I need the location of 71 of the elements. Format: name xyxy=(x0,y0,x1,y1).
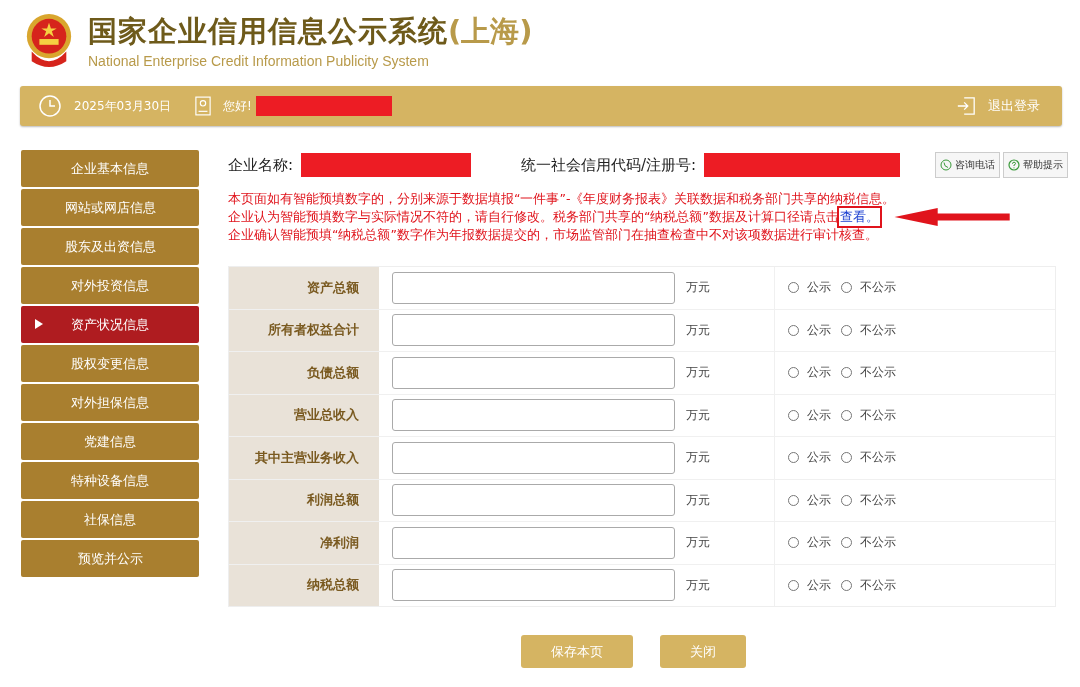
row-label: 其中主营业务收入 xyxy=(229,437,379,479)
amount-field[interactable] xyxy=(392,271,675,304)
greeting-text: 您好! xyxy=(223,97,252,115)
publicity-radio[interactable]: 不公示 xyxy=(841,534,896,552)
pointer-icon xyxy=(35,319,43,329)
amount-field[interactable] xyxy=(392,314,675,347)
sidebar-item[interactable]: 对外投资信息 xyxy=(21,267,199,304)
publicity-radio[interactable]: 公示 xyxy=(788,449,831,467)
sidebar-item[interactable]: 预览并公示 xyxy=(21,540,199,577)
notice-text: 企业认为智能预填数字与实际情况不符的，请自行修改。税务部门共享的“纳税总额”数据及计算口径请点击 xyxy=(228,208,839,226)
site-subtitle: National Enterprise Credit Information Publicity System xyxy=(88,52,430,69)
row-label: 纳税总额 xyxy=(229,564,379,606)
emblem-icon xyxy=(24,12,74,68)
amount-field[interactable] xyxy=(392,441,675,474)
hotline-button[interactable]: 咨询电话 xyxy=(935,152,1000,178)
sidebar-item[interactable]: 对外担保信息 xyxy=(21,384,199,421)
amount-field[interactable] xyxy=(392,569,675,602)
unit-label: 万元 xyxy=(686,321,710,339)
clock-icon xyxy=(38,94,62,118)
sidebar-item[interactable]: 社保信息 xyxy=(21,501,199,538)
publicity-radio[interactable]: 公示 xyxy=(788,321,831,339)
unit-label: 万元 xyxy=(686,491,710,509)
publicity-radio[interactable]: 不公示 xyxy=(841,449,896,467)
help-button[interactable]: 帮助提示 xyxy=(1003,152,1068,178)
publicity-radio[interactable]: 公示 xyxy=(788,491,831,509)
sidebar-item[interactable]: 网站或网店信息 xyxy=(21,189,199,226)
unit-label: 万元 xyxy=(686,534,710,552)
publicity-radio[interactable]: 公示 xyxy=(788,279,831,297)
publicity-radio[interactable]: 不公示 xyxy=(841,321,896,339)
credit-code-label: 统一社会信用代码/注册号: xyxy=(521,155,697,175)
publicity-radio[interactable]: 公示 xyxy=(788,364,831,382)
site-title: 国家企业信用信息公示系统 xyxy=(88,12,448,50)
publicity-radio[interactable]: 不公示 xyxy=(841,576,896,594)
unit-label: 万元 xyxy=(686,576,710,594)
publicity-radio[interactable]: 不公示 xyxy=(841,364,896,382)
row-label: 所有者权益合计 xyxy=(229,309,379,351)
row-label: 负债总额 xyxy=(229,352,379,394)
exit-icon xyxy=(956,96,976,116)
region-label: (上海) xyxy=(448,12,533,50)
unit-label: 万元 xyxy=(686,279,710,297)
amount-field[interactable] xyxy=(392,399,675,432)
row-label: 利润总额 xyxy=(229,479,379,521)
publicity-radio[interactable]: 公示 xyxy=(788,534,831,552)
phone-icon xyxy=(940,159,952,171)
sidebar-item[interactable]: 资产状况信息 xyxy=(21,306,199,343)
amount-field[interactable] xyxy=(392,484,675,517)
view-link[interactable]: 查看。 xyxy=(838,208,880,226)
unit-label: 万元 xyxy=(686,406,710,424)
date-text: 2025年03月30日 xyxy=(74,97,172,115)
row-label: 净利润 xyxy=(229,522,379,564)
sidebar-item[interactable]: 股东及出资信息 xyxy=(21,228,199,265)
amount-field[interactable] xyxy=(392,526,675,559)
sidebar-item[interactable]: 党建信息 xyxy=(21,423,199,460)
company-name-label: 企业名称: xyxy=(228,155,294,175)
notice-text: 本页面如有智能预填数字的，分别来源于数据填报“一件事”-《年度财务报表》关联数据和税务部门共享的纳税信息。 xyxy=(228,190,896,208)
amount-field[interactable] xyxy=(392,356,675,389)
sidebar-item[interactable]: 特种设备信息 xyxy=(21,462,199,499)
unit-label: 万元 xyxy=(686,364,710,382)
row-label: 资产总额 xyxy=(229,267,379,309)
notice-text: 企业确认智能预填“纳税总额”数字作为年报数据提交的，市场监管部门在抽查检查中不对该项数据进行审计核查。 xyxy=(228,226,878,244)
row-label: 营业总收入 xyxy=(229,394,379,436)
publicity-radio[interactable]: 不公示 xyxy=(841,491,896,509)
sidebar-item[interactable]: 股权变更信息 xyxy=(21,345,199,382)
unit-label: 万元 xyxy=(686,449,710,467)
help-icon xyxy=(1008,159,1020,171)
publicity-radio[interactable]: 不公示 xyxy=(841,279,896,297)
publicity-radio[interactable]: 公示 xyxy=(788,576,831,594)
publicity-radio[interactable]: 不公示 xyxy=(841,406,896,424)
publicity-radio[interactable]: 公示 xyxy=(788,406,831,424)
sidebar-item[interactable]: 企业基本信息 xyxy=(21,150,199,187)
user-card-icon xyxy=(195,96,212,116)
